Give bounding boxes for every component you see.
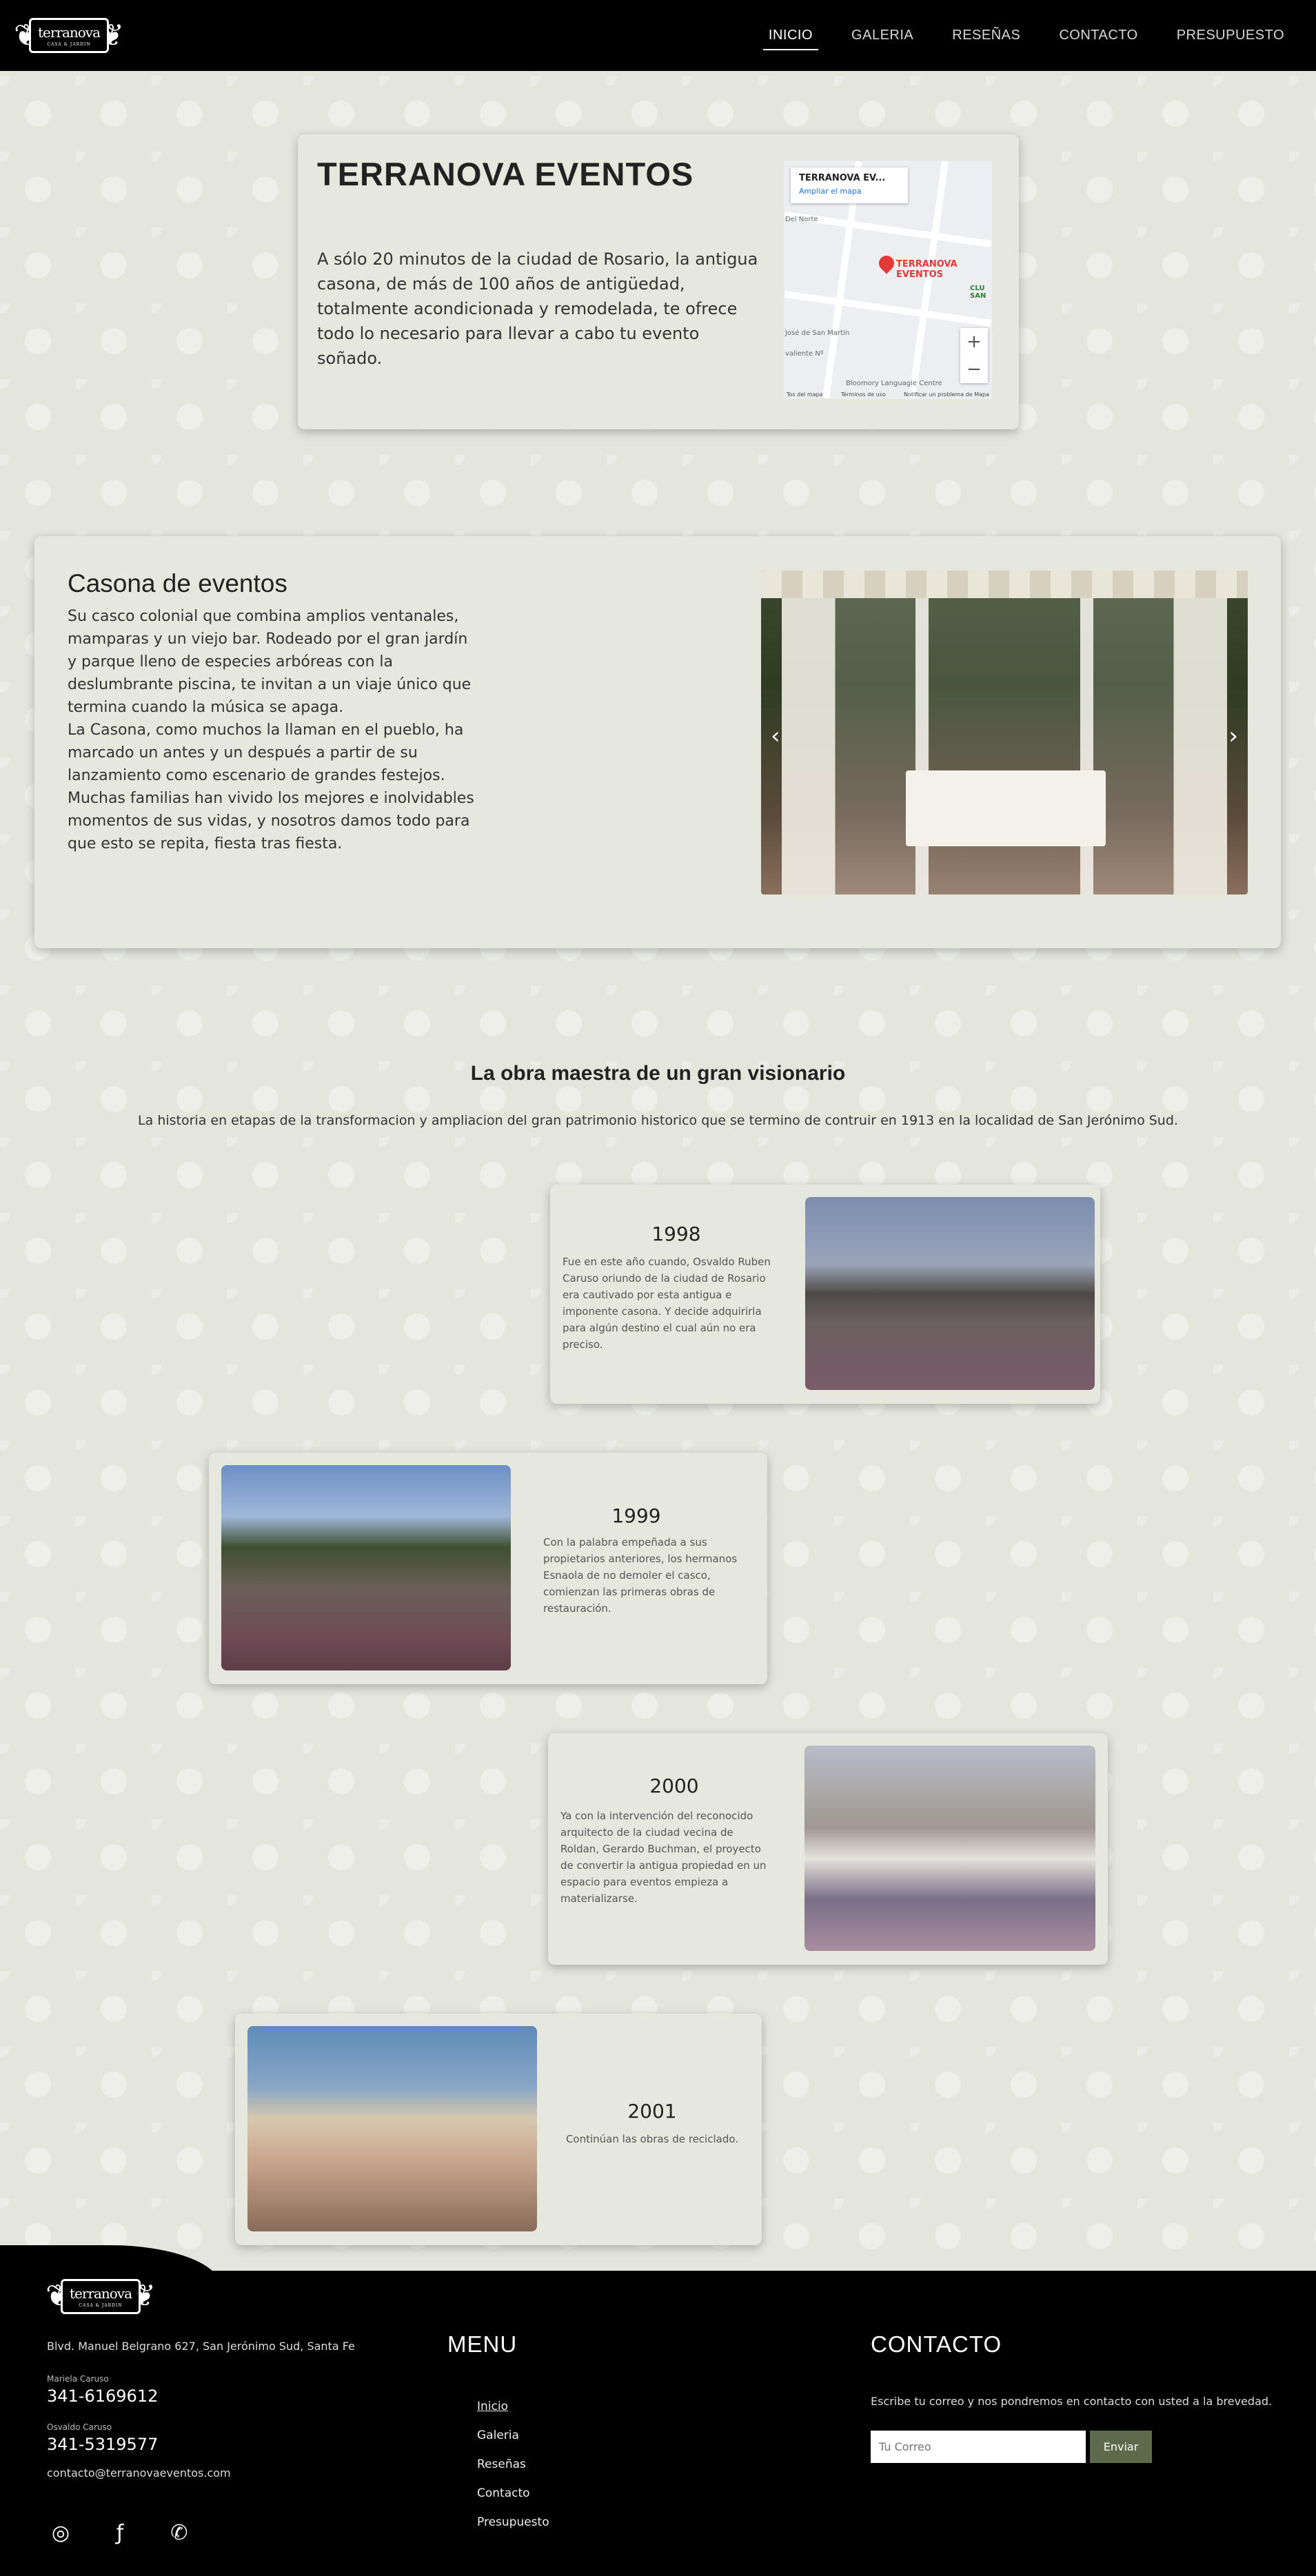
contact-title: CONTACTO xyxy=(871,2331,1002,2357)
map-pin-icon[interactable] xyxy=(875,252,898,274)
timeline-year: 2001 xyxy=(627,2100,677,2123)
map-info-box: TERRANOVA EV... Ampliar el mapa xyxy=(791,167,908,203)
hero-title: TERRANOVA EVENTOS xyxy=(317,156,694,192)
zoom-in-button[interactable]: + xyxy=(966,331,982,352)
logo[interactable]: ❦ terranova CASA & JARDIN ❦ xyxy=(14,10,124,61)
hero-card: TERRANOVA EVENTOS A sólo 20 minutos de l… xyxy=(298,134,1019,429)
logo-text: terranova CASA & JARDIN xyxy=(28,18,110,53)
contact-phone[interactable]: 341-5319577 xyxy=(47,2435,158,2454)
contact-name: Mariela Caruso xyxy=(47,2374,109,2384)
email-input[interactable] xyxy=(871,2431,1086,2463)
footer-link-galeria[interactable]: Galeria xyxy=(477,2429,549,2442)
social-links: ◎ ƒ ✆ xyxy=(47,2519,193,2546)
whatsapp-icon[interactable]: ✆ xyxy=(165,2519,193,2546)
photo-carousel[interactable]: ‹ › xyxy=(761,571,1248,895)
timeline-text: Con la palabra empeñada a sus propietari… xyxy=(543,1536,738,1615)
footer-link-contacto[interactable]: Contacto xyxy=(477,2486,549,2500)
footer-link-presupuesto[interactable]: Presupuesto xyxy=(477,2515,549,2529)
carousel-image xyxy=(906,770,1106,846)
footer-link-resenas[interactable]: Reseñas xyxy=(477,2457,549,2471)
timeline-year: 2000 xyxy=(649,1775,699,1797)
nav-contacto[interactable]: CONTACTO xyxy=(1040,21,1157,50)
map-enlarge-link[interactable]: Ampliar el mapa xyxy=(799,187,862,196)
facebook-icon[interactable]: ƒ xyxy=(106,2519,134,2546)
contact-phone[interactable]: 341-6169612 xyxy=(47,2386,158,2406)
zoom-out-button[interactable]: − xyxy=(966,359,982,380)
footer-link-inicio[interactable]: Inicio xyxy=(477,2400,549,2413)
timeline-item: 1999 Con la palabra empeñada a sus propi… xyxy=(209,1453,767,1684)
main-nav: INICIO GALERIA RESEÑAS CONTACTO PRESUPUE… xyxy=(749,21,1304,50)
google-map[interactable]: TERRANOVA EV... Ampliar el mapa Del Nort… xyxy=(784,161,992,399)
timeline-item: 1998 Fue en este año cuando, Osvaldo Rub… xyxy=(550,1185,1100,1404)
hero-text: A sólo 20 minutos de la ciudad de Rosari… xyxy=(317,249,758,368)
footer: ❦ terranova CASA & JARDIN ❦ Blvd. Manuel… xyxy=(0,2271,1316,2576)
timeline-text: Fue en este año cuando, Osvaldo Ruben Ca… xyxy=(563,1256,771,1351)
footer-logo[interactable]: ❦ terranova CASA & JARDIN ❦ xyxy=(45,2271,156,2322)
contact-name: Osvaldo Caruso xyxy=(47,2422,112,2432)
carousel-prev-icon[interactable]: ‹ xyxy=(771,722,780,750)
subscribe-form: Enviar xyxy=(871,2431,1152,2463)
footer-address: Blvd. Manuel Belgrano 627, San Jerónimo … xyxy=(47,2340,355,2353)
casona-text: Su casco colonial que combina amplios ve… xyxy=(68,608,474,852)
map-zoom-controls: + − xyxy=(960,328,988,383)
send-button[interactable]: Enviar xyxy=(1090,2431,1152,2463)
map-footer: Tos del mapa Términos de uso Notificar u… xyxy=(787,391,989,398)
nav-resenas[interactable]: RESEÑAS xyxy=(933,21,1040,50)
timeline-text: Ya con la intervención del reconocido ar… xyxy=(560,1810,767,1905)
carousel-next-icon[interactable]: › xyxy=(1228,722,1238,750)
history-subtitle: La historia en etapas de la transformaci… xyxy=(138,1113,1178,1128)
timeline-photo xyxy=(805,1197,1095,1390)
timeline-item: 2001 Continúan las obras de reciclado. xyxy=(235,2014,762,2245)
casona-title: Casona de eventos xyxy=(68,569,287,597)
casona-card: Casona de eventos Su casco colonial que … xyxy=(34,536,1281,948)
nav-inicio[interactable]: INICIO xyxy=(749,21,832,50)
timeline-year: 1998 xyxy=(651,1223,701,1245)
navbar: ❦ terranova CASA & JARDIN ❦ INICIO GALER… xyxy=(0,0,1316,71)
contact-text: Escribe tu correo y nos pondremos en con… xyxy=(871,2395,1273,2408)
history-title: La obra maestra de un gran visionario xyxy=(470,1062,846,1085)
contact-email[interactable]: contacto@terranovaeventos.com xyxy=(47,2466,231,2480)
timeline-photo xyxy=(804,1746,1095,1951)
nav-galeria[interactable]: GALERIA xyxy=(832,21,933,50)
timeline-photo xyxy=(247,2026,537,2231)
timeline-item: 2000 Ya con la intervención del reconoci… xyxy=(548,1733,1108,1965)
timeline-text: Continúan las obras de reciclado. xyxy=(565,2133,739,2145)
timeline-photo xyxy=(221,1465,511,1670)
logo-text: terranova CASA & JARDIN xyxy=(60,2278,141,2314)
timeline-year: 1999 xyxy=(611,1504,661,1527)
instagram-icon[interactable]: ◎ xyxy=(47,2519,74,2546)
nav-presupuesto[interactable]: PRESUPUESTO xyxy=(1157,21,1304,50)
footer-menu: Inicio Galeria Reseñas Contacto Presupue… xyxy=(477,2400,549,2544)
menu-title: MENU xyxy=(447,2331,518,2357)
